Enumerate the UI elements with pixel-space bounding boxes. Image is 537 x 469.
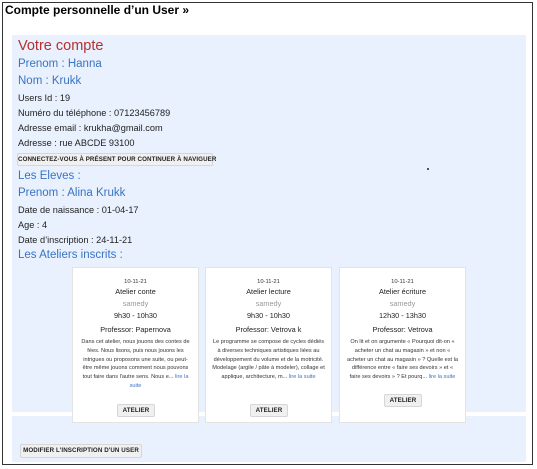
atelier-button[interactable]: ATELIER [384, 394, 422, 407]
atelier-day: samedy [122, 299, 149, 308]
page-title: Compte personnelle d’un User » [5, 3, 190, 17]
student-birth: Date de naissance : 01-04-17 [18, 205, 139, 215]
atelier-date: 10-11-21 [391, 279, 414, 285]
atelier-card: 10-11-21 Atelier écriture samedy 12h30 -… [339, 267, 466, 423]
account-nom: Nom : Krukk [18, 75, 82, 87]
atelier-date: 10-11-21 [124, 279, 147, 285]
student-age: Age : 4 [18, 220, 48, 230]
atelier-time: 9h30 - 10h30 [113, 311, 157, 320]
atelier-button[interactable]: ATELIER [250, 404, 288, 417]
atelier-description: On lit et on argumente « Pourquoi dit-on… [346, 338, 459, 382]
students-title: Les Eleves : [18, 170, 81, 182]
account-prenom: Prenom : Hanna [18, 58, 102, 70]
modify-inscription-button[interactable]: MODIFIER L'INSCRIPTION D'UN USER [20, 444, 142, 458]
atelier-card: 10-11-21 Atelier lecture samedy 9h30 - 1… [205, 267, 332, 423]
atelier-professor: Professor: Papernova [100, 325, 171, 334]
atelier-day: samedy [389, 299, 416, 308]
account-title: Votre compte [18, 38, 104, 54]
stray-dot [427, 168, 429, 170]
atelier-date: 10-11-21 [257, 279, 280, 285]
read-more-link[interactable]: lire la suite [429, 374, 456, 380]
account-email: Adresse email : krukha@gmail.com [18, 123, 163, 133]
student-prenom: Prenom : Alina Krukk [18, 187, 126, 199]
atelier-description-text: Dans cet atelier, nous jouons des contes… [81, 339, 190, 381]
atelier-description: Dans cet atelier, nous jouons des contes… [79, 338, 192, 391]
connect-button[interactable]: CONNECTEZ-VOUS À PRÉSENT POUR CONTINUER … [17, 153, 216, 166]
atelier-day: samedy [255, 299, 282, 308]
atelier-professor: Professor: Vetrova k [235, 325, 302, 334]
read-more-link[interactable]: lire la suite [289, 374, 316, 380]
atelier-time: 12h30 - 13h30 [378, 311, 427, 320]
account-user-id: Users Id : 19 [18, 93, 71, 103]
student-inscription: Date d’inscription : 24-11-21 [18, 235, 133, 245]
atelier-card: 10-11-21 Atelier conte samedy 9h30 - 10h… [72, 267, 199, 423]
atelier-professor: Professor: Vetrova [372, 325, 433, 334]
account-address: Adresse : rue ABCDE 93100 [18, 138, 135, 148]
atelier-button[interactable]: ATELIER [117, 404, 155, 417]
atelier-time: 9h30 - 10h30 [246, 311, 290, 320]
atelier-title: Atelier lecture [246, 287, 291, 296]
atelier-title: Atelier conte [115, 287, 156, 296]
atelier-description: Le programme se compose de cycles dédiés… [212, 338, 325, 382]
ateliers-title: Les Ateliers inscrits : [18, 249, 123, 261]
atelier-title: Atelier écriture [378, 287, 427, 296]
account-phone: Numéro du téléphone : 07123456789 [18, 108, 171, 118]
